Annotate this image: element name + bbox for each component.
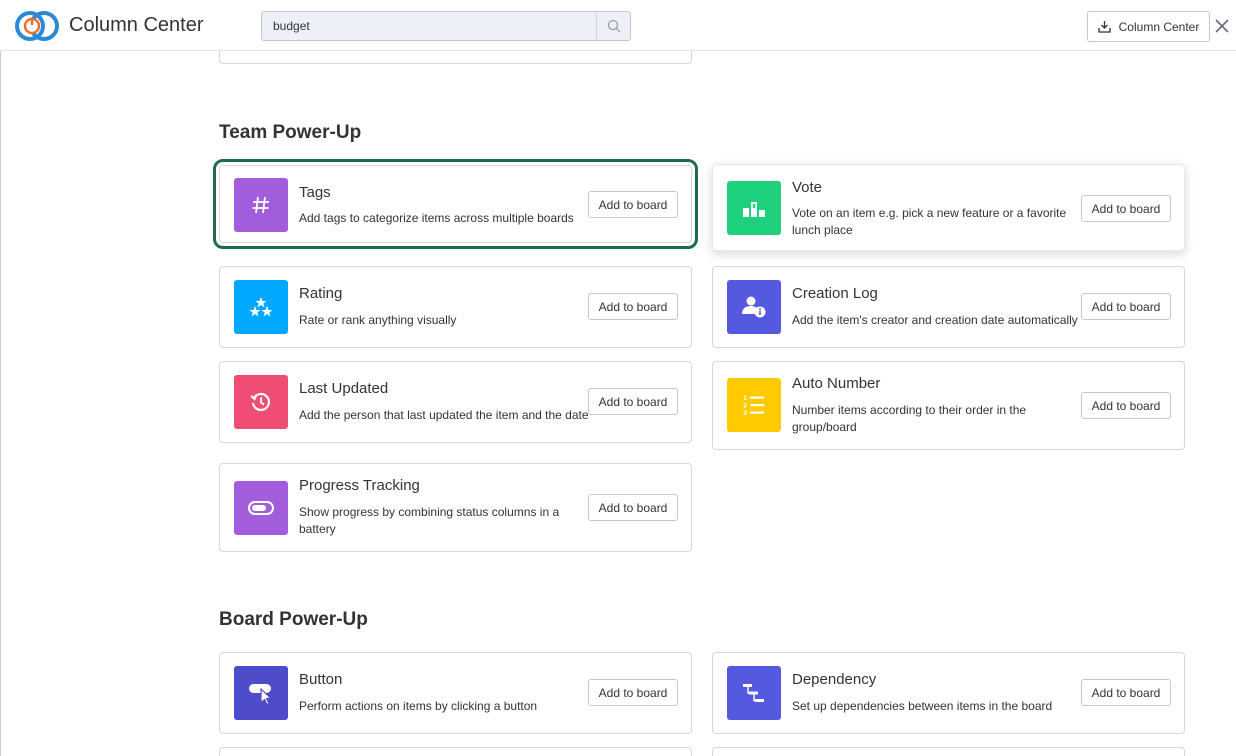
column-card-auto-number[interactable]: 123 Auto Number Number items according t… <box>712 361 1185 450</box>
user-info-icon <box>727 280 781 334</box>
header-bar: Column Center Column Center <box>0 0 1236 51</box>
search-input[interactable] <box>262 12 596 40</box>
column-card-progress-tracking[interactable]: Progress Tracking Show progress by combi… <box>219 463 692 552</box>
svg-text:2: 2 <box>743 403 747 410</box>
download-icon <box>1097 21 1111 33</box>
add-to-board-button[interactable]: Add to board <box>588 494 678 521</box>
battery-icon <box>234 481 288 535</box>
column-card-tags[interactable]: Tags Add tags to categorize items across… <box>213 159 698 249</box>
column-card-partial <box>219 747 692 756</box>
column-card-partial <box>712 747 1185 756</box>
history-icon <box>234 375 288 429</box>
stars-icon <box>234 280 288 334</box>
search-button[interactable] <box>596 12 630 40</box>
column-center-button-label: Column Center <box>1118 19 1200 34</box>
card-title: Auto Number <box>792 375 881 392</box>
card-description: Add the person that last updated the ite… <box>299 408 589 422</box>
add-to-board-button[interactable]: Add to board <box>1081 195 1171 222</box>
column-list: Team Power-Up Tags Add tags to categoriz… <box>0 51 1236 756</box>
app-logo-icon <box>15 11 59 41</box>
add-to-board-button[interactable]: Add to board <box>1081 679 1171 706</box>
card-description: Add tags to categorize items across mult… <box>299 211 574 225</box>
card-title: Creation Log <box>792 285 878 302</box>
numbered-list-icon: 123 <box>727 378 781 432</box>
card-partial <box>219 51 692 64</box>
card-title: Tags <box>299 184 331 201</box>
card-description: Set up dependencies between items in the… <box>792 699 1053 713</box>
column-card-rating[interactable]: Rating Rate or rank anything visually Ad… <box>219 266 692 348</box>
card-description: Show progress by combining status column… <box>299 505 560 536</box>
svg-text:3: 3 <box>743 410 747 417</box>
add-to-board-button[interactable]: Add to board <box>588 679 678 706</box>
search-box <box>261 11 631 41</box>
add-to-board-button[interactable]: Add to board <box>1081 392 1171 419</box>
card-description: Add the item's creator and creation date… <box>792 313 1078 327</box>
section-title-board: Board Power-Up <box>219 609 368 630</box>
add-to-board-button[interactable]: Add to board <box>588 293 678 320</box>
click-icon <box>234 666 288 720</box>
card-title: Vote <box>792 179 823 196</box>
card-description: Number items according to their order in… <box>792 403 1027 434</box>
window-left-edge <box>0 0 1 756</box>
column-card-creation-log[interactable]: Creation Log Add the item's creator and … <box>712 266 1185 348</box>
svg-text:1: 1 <box>743 395 747 402</box>
column-card-last-updated[interactable]: Last Updated Add the person that last up… <box>219 361 692 443</box>
search-icon <box>607 19 620 33</box>
column-center-button[interactable]: Column Center <box>1087 11 1210 42</box>
add-to-board-button[interactable]: Add to board <box>588 388 678 415</box>
column-card-vote[interactable]: Vote Vote on an item e.g. pick a new fea… <box>712 164 1185 251</box>
section-title-team: Team Power-Up <box>219 122 362 143</box>
card-description: Rate or rank anything visually <box>299 313 457 327</box>
card-title: Dependency <box>792 671 877 688</box>
gantt-icon <box>727 666 781 720</box>
app-title: Column Center <box>69 14 204 36</box>
column-card-button[interactable]: Button Perform actions on items by click… <box>219 652 692 734</box>
column-card-dependency[interactable]: Dependency Set up dependencies between i… <box>712 652 1185 734</box>
card-title: Rating <box>299 285 343 302</box>
card-title: Last Updated <box>299 380 389 397</box>
add-to-board-button[interactable]: Add to board <box>1081 293 1171 320</box>
add-to-board-button[interactable]: Add to board <box>588 191 678 218</box>
card-title: Progress Tracking <box>299 477 420 494</box>
hash-icon <box>234 178 288 232</box>
podium-icon <box>727 181 781 235</box>
card-description: Vote on an item e.g. pick a new feature … <box>792 206 1067 237</box>
close-icon[interactable] <box>1213 17 1231 35</box>
card-title: Button <box>299 671 343 688</box>
card-description: Perform actions on items by clicking a b… <box>299 699 538 713</box>
